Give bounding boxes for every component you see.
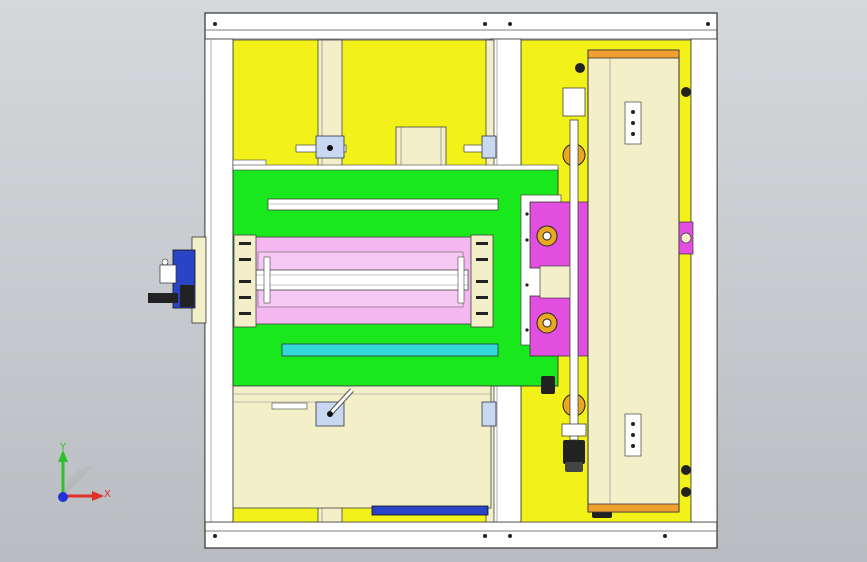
- axis-triad-icon: Y X: [58, 442, 111, 502]
- magenta-side: [577, 201, 589, 357]
- triad-arc: [64, 466, 94, 496]
- cyan-bar: [281, 343, 499, 357]
- cad-viewport[interactable]: Y X: [0, 0, 867, 562]
- end-block-left: [233, 234, 257, 328]
- axis-triad: Y X: [46, 440, 116, 510]
- shaft-pin: [263, 256, 271, 304]
- motor-base: [371, 505, 489, 516]
- center-shaft: [255, 269, 469, 291]
- assembly-model[interactable]: [0, 0, 867, 562]
- cylinder-cap-top: [587, 49, 680, 59]
- motor-housing-top: [395, 126, 447, 168]
- frame-rail-left: [204, 38, 234, 523]
- frame-rail-right: [690, 38, 718, 523]
- end-block-right: [470, 234, 494, 328]
- lower-housing-bar: [271, 402, 308, 410]
- x-axis-label: X: [104, 489, 111, 500]
- origin-dot: [58, 492, 68, 502]
- y-axis-label: Y: [59, 442, 67, 453]
- side-motor: [148, 236, 207, 324]
- cylinder-cap-bottom: [587, 503, 680, 513]
- shaft-pin: [457, 256, 465, 304]
- x-axis-arrow: [92, 491, 104, 501]
- slider-clamp-lower-right: [481, 401, 497, 427]
- top-strip: [232, 164, 559, 171]
- side-fitting-hole: [680, 232, 692, 244]
- long-rail: [267, 198, 499, 211]
